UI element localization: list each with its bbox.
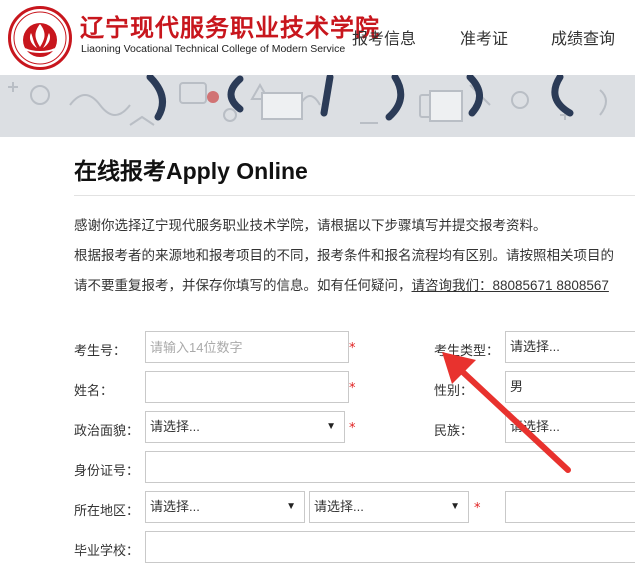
ethnicity-select[interactable]: 请选择... [505,411,635,443]
region-detail-input[interactable] [506,492,635,522]
province-select[interactable]: 请选择... ▼ [145,491,305,523]
intro-line-1: 感谢你选择辽宁现代服务职业技术学院，请根据以下步骤填写并提交报考资料。 [74,218,547,233]
city-value: 请选择... [314,499,364,514]
logo-emblem-icon [13,11,67,65]
exam-type-label: 考生类型： [434,343,500,358]
chevron-down-icon: ▼ [286,501,296,512]
school-name-en: Liaoning Vocational Technical College of… [81,43,346,55]
intro-line-3-text: 请不要重复报考，并保存你填写的信息。如有任何疑问， [74,278,412,293]
political-select[interactable]: 请选择... ▼ [145,411,345,443]
school-name-cn: 辽宁现代服务职业技术学院 [80,13,380,42]
exam-no-label: 考生号： [74,343,127,358]
exam-no-field[interactable] [145,331,349,363]
nav-exam-info[interactable]: 报考信息 [352,25,416,49]
ethnicity-label: 民族： [434,423,474,438]
graduate-school-label: 毕业学校： [74,543,140,558]
page-title: 在线报考Apply Online [74,158,308,184]
gender-select[interactable]: 男 [505,371,635,403]
required-mark: * [349,341,356,356]
name-label: 姓名： [74,383,114,398]
nav-score-query[interactable]: 成绩查询 [551,25,615,49]
id-number-label: 身份证号： [74,463,140,478]
id-number-input[interactable] [146,452,635,482]
ethnicity-value: 请选择... [510,419,560,434]
exam-type-select[interactable]: 请选择... [505,331,635,363]
intro-line-2: 根据报考者的来源地和报考项目的不同，报考条件和报名流程均有区别。请按照相关项目的 [74,248,614,263]
site-header: 辽宁现代服务职业技术学院 Liaoning Vocational Technic… [0,0,635,75]
title-divider [74,195,635,196]
id-number-field[interactable] [145,451,635,483]
region-detail-field[interactable] [505,491,635,523]
nav-admission-ticket[interactable]: 准考证 [460,25,508,49]
political-label: 政治面貌： [74,423,140,438]
school-logo[interactable] [8,6,72,70]
required-mark: * [474,501,481,516]
political-value: 请选择... [150,419,200,434]
contact-link[interactable]: 请咨询我们：88085671 8808567 [412,278,609,293]
province-value: 请选择... [150,499,200,514]
chevron-down-icon: ▼ [326,421,336,432]
required-mark: * [349,421,356,436]
region-label: 所在地区： [74,503,140,518]
city-select[interactable]: 请选择... ▼ [309,491,469,523]
intro-line-3: 请不要重复报考，并保存你填写的信息。如有任何疑问，请咨询我们：88085671 … [74,274,609,294]
banner [0,75,635,137]
gender-label: 性别： [434,383,474,398]
exam-no-input[interactable] [146,332,348,362]
name-input[interactable] [146,372,348,402]
doodle-pattern-icon [8,75,607,126]
graduate-school-field[interactable] [145,531,635,563]
chevron-down-icon: ▼ [450,501,460,512]
exam-type-value: 请选择... [510,339,560,354]
gender-value: 男 [510,379,524,394]
name-field[interactable] [145,371,349,403]
graduate-school-input[interactable] [146,532,635,562]
required-mark: * [349,381,356,396]
